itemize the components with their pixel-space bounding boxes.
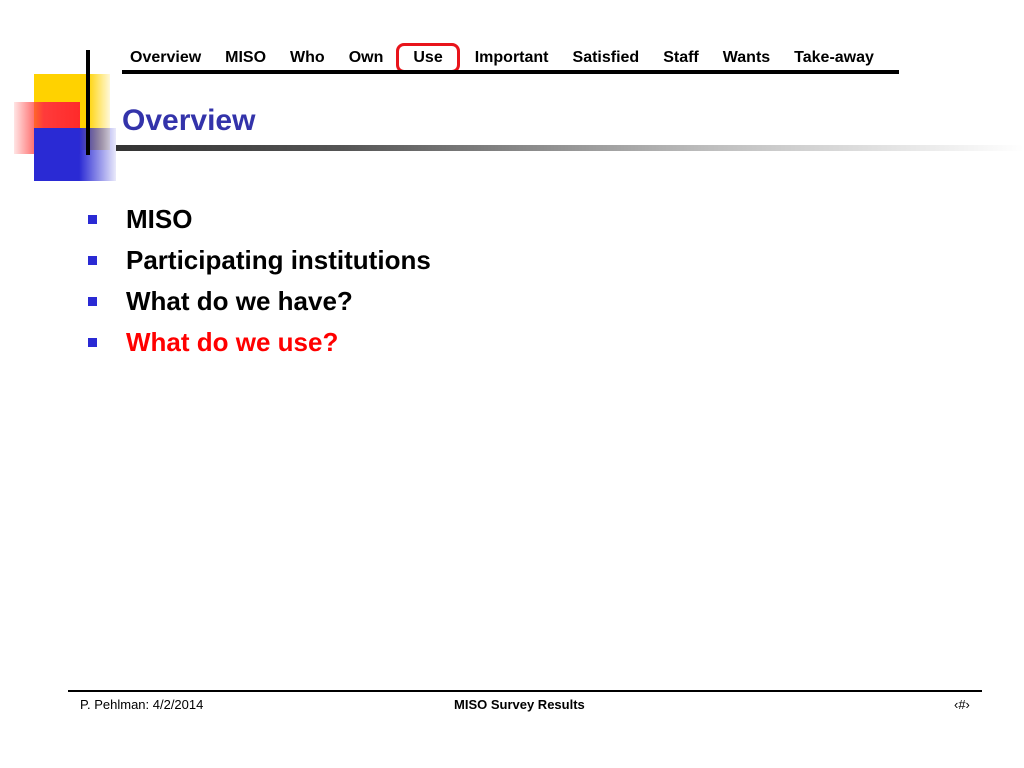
bullet-item: What do we use? [88, 322, 431, 363]
square-bullet-icon [88, 215, 97, 224]
footer-divider [68, 690, 982, 692]
bullet-item: Participating institutions [88, 240, 431, 281]
nav-item-wants[interactable]: Wants [711, 46, 782, 70]
nav-item-satisfied[interactable]: Satisfied [561, 46, 652, 70]
bullet-item: What do we have? [88, 281, 431, 322]
title-divider [116, 145, 1024, 151]
footer-author-date: P. Pehlman: 4/2/2014 [80, 697, 204, 712]
nav-item-overview[interactable]: Overview [118, 46, 213, 70]
bullet-text: Participating institutions [126, 245, 431, 275]
square-bullet-icon [88, 297, 97, 306]
nav-item-staff[interactable]: Staff [651, 46, 711, 70]
bullet-list: MISO Participating institutions What do … [88, 199, 431, 363]
section-nav: Overview MISO Who Own Use Important Sati… [118, 43, 900, 73]
nav-item-who[interactable]: Who [278, 46, 337, 70]
square-bullet-icon [88, 338, 97, 347]
slide-title: Overview [122, 104, 256, 137]
nav-underline [122, 70, 899, 74]
bullet-text-highlighted: What do we use? [126, 327, 339, 357]
decorative-blue-square [34, 128, 116, 181]
bullet-text: MISO [126, 204, 193, 234]
footer-slide-number: ‹#› [954, 697, 970, 712]
decorative-vertical-line [86, 50, 90, 155]
nav-item-important[interactable]: Important [463, 46, 561, 70]
square-bullet-icon [88, 256, 97, 265]
bullet-item: MISO [88, 199, 431, 240]
slide: Overview MISO Who Own Use Important Sati… [0, 0, 1024, 768]
nav-item-use[interactable]: Use [396, 43, 460, 73]
nav-item-own[interactable]: Own [337, 46, 396, 70]
footer-presentation-title: MISO Survey Results [454, 697, 585, 712]
bullet-text: What do we have? [126, 286, 353, 316]
nav-item-miso[interactable]: MISO [213, 46, 278, 70]
nav-item-take-away[interactable]: Take-away [782, 46, 886, 70]
